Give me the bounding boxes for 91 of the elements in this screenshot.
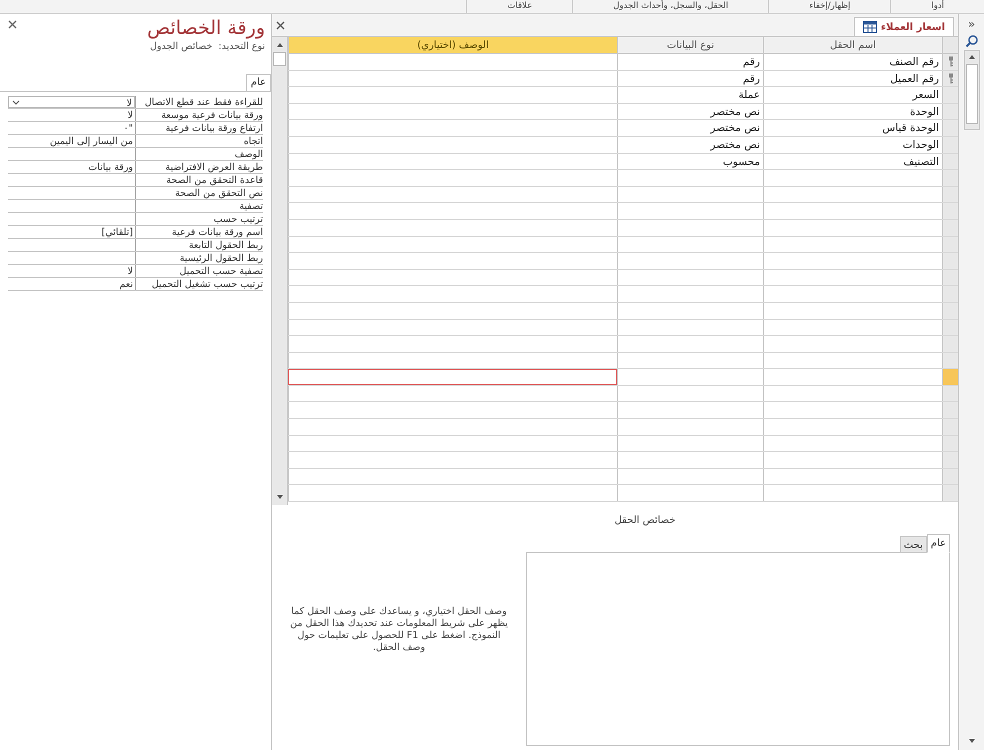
property-name: ترتيب حسب تشغيل التحميل — [135, 278, 263, 290]
property-value[interactable]: نعم — [8, 278, 135, 290]
row-selector[interactable] — [942, 253, 958, 269]
description-input[interactable] — [288, 369, 617, 385]
table-cell: الوحدات — [763, 136, 942, 153]
table-cell: رقم العميل — [763, 70, 942, 86]
key-icon — [948, 56, 954, 68]
property-name: ربط الحقول التابعة — [135, 239, 263, 252]
document-tab[interactable]: اسعار العملاء — [854, 17, 954, 36]
column-header[interactable]: الوصف (اختياري) — [288, 37, 617, 53]
property-name: تصفية حسب التحميل — [135, 265, 263, 278]
row-selector[interactable] — [942, 452, 958, 468]
selection-type-value: خصائص الجدول — [150, 40, 212, 54]
properties-tab[interactable]: بحث — [900, 536, 927, 553]
property-value[interactable]: ورقة بيانات — [8, 161, 135, 174]
ribbon-group-label: إظهار/إخفاء — [768, 0, 890, 13]
table-cell: نص مختصر — [617, 104, 763, 120]
row-selector[interactable] — [942, 270, 958, 286]
selection-type-label: نوع التحديد: — [218, 40, 265, 54]
property-name: ورقة بيانات فرعية موسعة — [135, 109, 263, 122]
close-icon — [276, 20, 285, 30]
properties-tab[interactable]: عام — [246, 74, 271, 92]
property-name: قاعدة التحقق من الصحة — [135, 174, 263, 186]
scroll-thumb[interactable] — [273, 52, 286, 66]
row-selector[interactable] — [942, 136, 958, 153]
table-cell: الوحدة قياس — [763, 120, 942, 136]
row-selector[interactable] — [942, 54, 958, 70]
column-header[interactable]: نوع البيانات — [617, 37, 763, 53]
help-text: وصف الحقل اختياري، و يساعدك على وصف الحقل كما يظهر على شريط المعلومات عند تحديدك هذا الحقل من النموذج. اضغط على F1 للحصول على تعليمات حول وصف الحقل. — [289, 606, 509, 654]
expand-pane-button[interactable]: » — [968, 16, 976, 32]
ribbon-group-label: علاقات — [466, 0, 572, 13]
row-selector[interactable] — [942, 320, 958, 336]
row-selector[interactable] — [942, 352, 958, 368]
row-selector[interactable] — [942, 170, 958, 186]
property-name: الوصف — [135, 148, 263, 160]
nav-scrollbar[interactable] — [964, 50, 980, 130]
row-selector[interactable] — [942, 419, 958, 435]
table-cell: السعر — [763, 87, 942, 103]
scroll-thumb[interactable] — [966, 64, 978, 124]
row-selector[interactable] — [942, 120, 958, 136]
property-name: طريقة العرض الافتراضية — [135, 161, 263, 174]
property-value[interactable]: لا — [8, 96, 135, 108]
vertical-scrollbar[interactable] — [272, 37, 288, 505]
property-name: ربط الحقول الرئيسية — [135, 252, 263, 264]
property-value[interactable]: من اليسار إلى اليمين — [8, 135, 135, 148]
table-icon — [862, 21, 877, 33]
row-selector[interactable] — [942, 87, 958, 103]
row-selector[interactable] — [942, 468, 958, 484]
properties-tab[interactable]: عام — [926, 534, 950, 553]
close-icon — [8, 20, 16, 28]
section-label: خصائص الحقل — [614, 514, 676, 528]
row-selector[interactable] — [942, 203, 958, 219]
row-selector[interactable] — [942, 436, 958, 452]
table-cell: التصنيف — [763, 154, 942, 170]
row-selector[interactable] — [942, 302, 958, 318]
row-selector[interactable] — [942, 104, 958, 120]
row-selector[interactable] — [942, 336, 958, 352]
property-value[interactable]: [تلقائي] — [8, 226, 135, 238]
row-selector[interactable] — [942, 220, 958, 236]
table-cell: رقم — [617, 70, 763, 86]
row-selector[interactable] — [942, 485, 958, 502]
row-selector[interactable] — [942, 236, 958, 252]
table-cell: رقم الصنف — [763, 54, 942, 70]
table-cell: عملة — [617, 87, 763, 103]
panel-title: ورقة الخصائص — [147, 16, 265, 40]
property-name: للقراءة فقط عند قطع الاتصال — [135, 96, 263, 108]
property-value[interactable]: "٠ — [8, 122, 135, 134]
column-header[interactable]: اسم الحقل — [763, 37, 942, 53]
property-name: نص التحقق من الصحة — [135, 187, 263, 200]
property-name: ترتيب حسب — [135, 213, 263, 226]
property-name: اتجاه — [135, 135, 263, 148]
row-selector[interactable] — [942, 154, 958, 170]
table-cell: محسوب — [617, 154, 763, 170]
row-selector[interactable] — [942, 186, 958, 202]
row-selector-header[interactable] — [942, 37, 958, 53]
search-icon[interactable] — [964, 34, 978, 48]
property-value[interactable]: لا — [8, 265, 135, 278]
row-selector[interactable] — [942, 386, 958, 402]
table-cell: نص مختصر — [617, 120, 763, 136]
table-cell: نص مختصر — [617, 136, 763, 153]
property-name: اسم ورقة بيانات فرعية — [135, 226, 263, 238]
key-icon — [948, 72, 954, 84]
row-selector[interactable] — [942, 286, 958, 302]
property-name: تصفية — [135, 200, 263, 212]
row-selector[interactable] — [942, 70, 958, 86]
property-name: ارتفاع ورقة بيانات فرعية — [135, 122, 263, 134]
table-cell: الوحدة — [763, 104, 942, 120]
close-button[interactable] — [6, 18, 18, 30]
property-value[interactable]: لا — [8, 109, 135, 122]
table-cell: رقم — [617, 54, 763, 70]
row-selector[interactable] — [942, 402, 958, 418]
